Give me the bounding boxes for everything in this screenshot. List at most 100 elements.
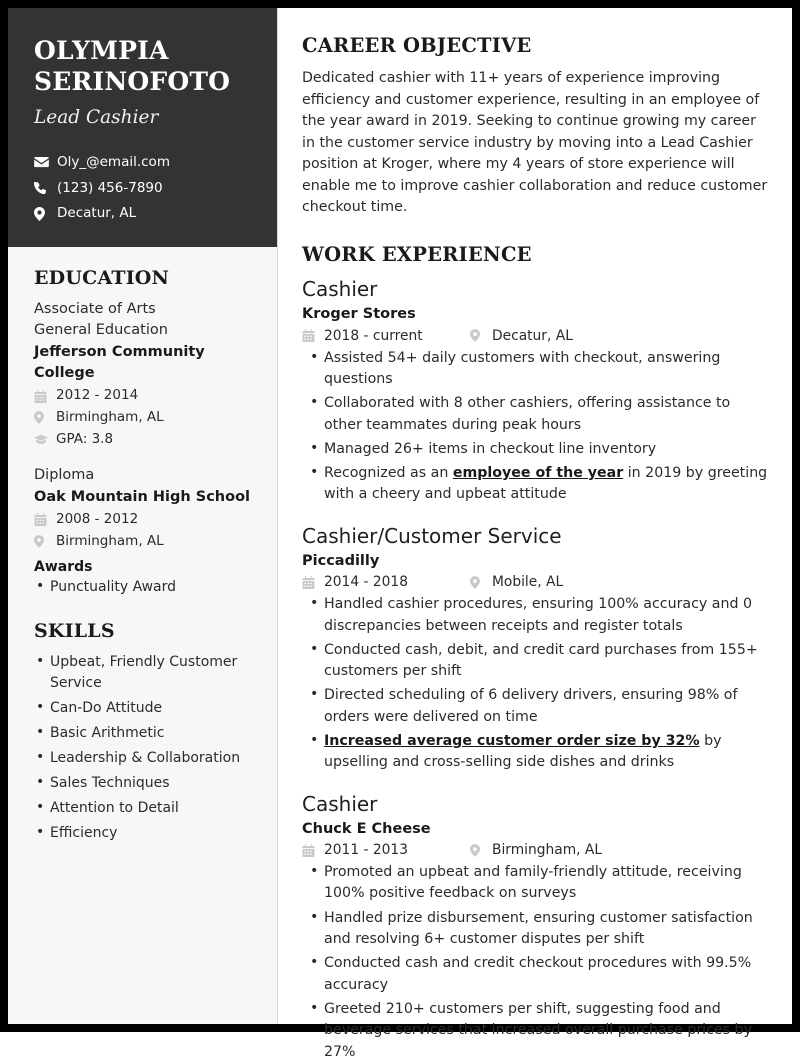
bullet-pre: Handled prize disbursement, ensuring cus…	[324, 909, 753, 948]
calendar-icon	[34, 513, 51, 527]
page-title: OLYMPIA SERINOFOTO	[34, 36, 231, 96]
job-dates-text: 2011 - 2013	[324, 842, 408, 859]
education-school: Oak Mountain High School	[34, 488, 251, 505]
phone-icon	[34, 181, 52, 195]
bullet-pre: Directed scheduling of 6 delivery driver…	[324, 687, 738, 725]
list-item: Leadership & Collaboration	[34, 747, 251, 769]
bullet-pre: Handled cashier procedures, ensuring 100…	[324, 596, 753, 634]
list-item: Greeted 210+ customers per shift, sugges…	[302, 998, 768, 1063]
job-company: Piccadilly	[302, 552, 380, 569]
bullet-pre: Recognized as an	[324, 465, 453, 482]
list-item: Promoted an upbeat and family-friendly a…	[302, 861, 768, 905]
list-item: Handled prize disbursement, ensuring cus…	[302, 907, 768, 951]
job-entry: Cashier Kroger Stores 2018 - current Dec…	[302, 277, 768, 506]
education-dates-text: 2012 - 2014	[56, 387, 139, 404]
list-item: Directed scheduling of 6 delivery driver…	[302, 684, 768, 728]
education-location-text: Birmingham, AL	[56, 409, 164, 426]
calendar-icon	[34, 389, 51, 403]
job-dates: 2014 - 2018	[302, 574, 470, 590]
job-location: Mobile, AL	[470, 574, 563, 590]
list-item: Conducted cash and credit checkout proce…	[302, 952, 768, 996]
bullet-pre: Greeted 210+ customers per shift, sugges…	[324, 1000, 752, 1060]
list-item: Attention to Detail	[34, 797, 251, 819]
education-entry: Associate of Arts General Education Jeff…	[34, 299, 251, 450]
list-item: Sales Techniques	[34, 772, 251, 794]
contact-location-text: Decatur, AL	[57, 205, 137, 222]
list-item: Assisted 54+ daily customers with checko…	[302, 347, 768, 391]
bullet-pre: Promoted an upbeat and family-friendly a…	[324, 864, 742, 902]
envelope-icon	[34, 157, 52, 168]
calendar-icon	[302, 843, 319, 857]
bullet-pre: Conducted cash and credit checkout proce…	[324, 955, 752, 993]
education-location: Birmingham, AL	[34, 532, 251, 552]
job-role: Cashier	[302, 791, 378, 816]
career-objective-text: Dedicated cashier with 11+ years of expe…	[302, 70, 768, 216]
bullet-highlight: Increased average customer order size by…	[324, 733, 700, 750]
work-experience-section: WORK EXPERIENCE Cashier Kroger Stores 20…	[302, 243, 768, 1063]
list-item: Basic Arithmetic	[34, 722, 251, 744]
education-heading: EDUCATION	[34, 266, 170, 289]
education-gpa: GPA: 3.8	[34, 430, 251, 450]
bullet-highlight: employee of the year	[452, 465, 624, 482]
job-meta: 2011 - 2013 Birmingham, AL	[302, 842, 768, 858]
career-objective-section: CAREER OBJECTIVE Dedicated cashier with …	[302, 34, 768, 219]
job-bullet-list: Promoted an upbeat and family-friendly a…	[302, 861, 768, 1063]
calendar-icon	[302, 329, 319, 343]
location-pin-icon	[34, 206, 52, 221]
career-objective-heading: CAREER OBJECTIVE	[302, 34, 532, 57]
headline-job-title: Lead Cashier	[34, 107, 159, 128]
list-item: Increased average customer order size by…	[302, 730, 768, 774]
education-dates: 2008 - 2012	[34, 510, 251, 530]
job-dates: 2011 - 2013	[302, 842, 470, 858]
job-meta: 2018 - current Decatur, AL	[302, 328, 768, 344]
list-item: Collaborated with 8 other cashiers, offe…	[302, 392, 768, 436]
job-dates: 2018 - current	[302, 328, 470, 344]
contact-phone[interactable]: (123) 456-7890	[34, 180, 251, 198]
education-school: Jefferson Community College	[34, 343, 205, 381]
job-company: Chuck E Cheese	[302, 820, 431, 837]
job-role: Cashier/Customer Service	[302, 523, 562, 548]
location-pin-icon	[34, 411, 51, 425]
job-role: Cashier	[302, 277, 378, 302]
sidebar: OLYMPIA SERINOFOTO Lead Cashier Oly_@ema…	[8, 8, 278, 1024]
job-location-text: Mobile, AL	[492, 574, 564, 591]
list-item: Punctuality Award	[34, 576, 251, 598]
list-item: Upbeat, Friendly Customer Service	[34, 651, 251, 694]
bullet-pre: Managed 26+ items in checkout line inven…	[324, 440, 657, 457]
contact-email[interactable]: Oly_@email.com	[34, 154, 251, 172]
location-pin-icon	[470, 843, 487, 857]
education-dates-text: 2008 - 2012	[56, 511, 139, 528]
education-location: Birmingham, AL	[34, 408, 251, 428]
education-location-text: Birmingham, AL	[56, 532, 164, 549]
job-location: Decatur, AL	[470, 328, 573, 344]
job-dates-text: 2018 - current	[324, 327, 423, 344]
calendar-icon	[302, 575, 319, 589]
graduation-cap-icon	[34, 434, 51, 445]
contact-list: Oly_@email.com (123) 456-7890 Decatur, A…	[34, 154, 251, 223]
contact-phone-text: (123) 456-7890	[57, 179, 163, 196]
awards-list: Punctuality Award	[34, 576, 251, 598]
education-degree-line1: Diploma	[34, 467, 95, 484]
job-bullet-list: Assisted 54+ daily customers with checko…	[302, 347, 768, 506]
education-gpa-text: GPA: 3.8	[56, 430, 114, 447]
skills-heading: SKILLS	[34, 620, 115, 643]
resume-page: OLYMPIA SERINOFOTO Lead Cashier Oly_@ema…	[0, 0, 800, 1060]
bullet-pre: Assisted 54+ daily customers with checko…	[324, 349, 721, 387]
sidebar-body: EDUCATION Associate of Arts General Educ…	[8, 247, 277, 1024]
job-location-text: Birmingham, AL	[492, 842, 603, 859]
list-item: Can-Do Attitude	[34, 697, 251, 719]
location-pin-icon	[470, 575, 487, 589]
skills-section: SKILLS Upbeat, Friendly Customer Service…	[34, 620, 251, 844]
awards-subheading: Awards	[34, 559, 93, 576]
education-degree-line1: Associate of Arts	[34, 300, 156, 317]
identity-block: OLYMPIA SERINOFOTO Lead Cashier Oly_@ema…	[8, 8, 277, 247]
bullet-pre: Conducted cash, debit, and credit card p…	[324, 641, 758, 680]
job-meta: 2014 - 2018 Mobile, AL	[302, 574, 768, 590]
list-item: Conducted cash, debit, and credit card p…	[302, 639, 768, 683]
contact-email-text: Oly_@email.com	[57, 154, 170, 170]
job-company: Kroger Stores	[302, 306, 416, 323]
work-experience-heading: WORK EXPERIENCE	[302, 243, 532, 267]
education-dates: 2012 - 2014	[34, 386, 251, 406]
job-location-text: Decatur, AL	[492, 327, 573, 344]
list-item: Managed 26+ items in checkout line inven…	[302, 438, 768, 460]
